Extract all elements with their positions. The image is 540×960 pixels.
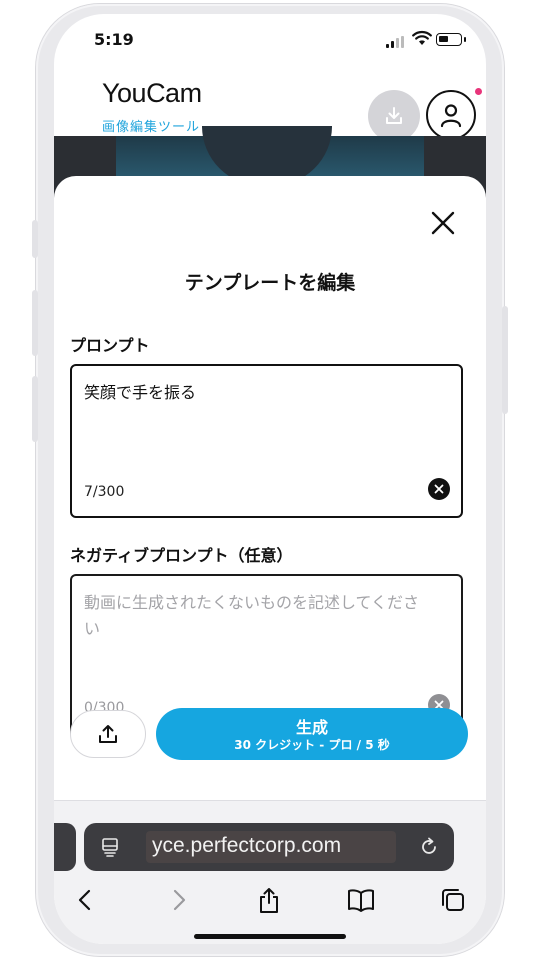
reload-icon[interactable] [418,836,440,858]
prompt-label: プロンプト [70,336,150,355]
profile-button[interactable] [426,90,476,140]
negative-prompt-label: ネガティブプロンプト（任意） [70,546,293,565]
notification-dot [475,88,482,95]
address-bar[interactable]: yce.perfectcorp.com [84,823,454,871]
signal-icon [386,36,404,48]
browser-nav-row [54,885,486,919]
close-icon[interactable] [428,208,458,238]
prompt-char-count: 7/300 [84,484,125,500]
generate-button[interactable]: 生成 30 クレジット - プロ / 5 秒 [156,708,468,760]
status-bar: 5:19 [54,14,486,66]
upload-button[interactable] [70,710,146,758]
generate-label: 生成 [295,718,328,737]
forward-icon[interactable] [164,885,194,915]
app-logo-subtitle: 画像編集ツール [102,120,201,135]
prompt-field[interactable]: 笑顔で手を振る 7/300 [70,364,463,518]
sheet-title: テンプレートを編集 [184,272,356,294]
download-button[interactable] [368,90,420,142]
clear-prompt-button[interactable] [428,478,450,500]
phone-side-button [32,220,38,258]
clear-icon [434,484,444,494]
user-icon [440,104,462,128]
battery-icon [436,33,466,46]
wifi-icon [412,30,432,45]
share-icon[interactable] [254,885,284,915]
previous-tab-peek[interactable] [54,823,76,871]
bookmarks-icon[interactable] [346,885,376,915]
tabs-icon[interactable] [438,885,468,915]
home-indicator[interactable] [194,934,346,939]
page-menu-icon[interactable] [100,837,120,857]
negative-prompt-placeholder[interactable]: 動画に生成されたくないものを記述してください [84,590,431,642]
phone-side-button [32,376,38,442]
back-icon[interactable] [70,885,100,915]
browser-toolbar: yce.perfectcorp.com [54,800,486,944]
address-text[interactable]: yce.perfectcorp.com [152,834,341,858]
prompt-text[interactable]: 笑顔で手を振る [84,380,431,406]
phone-screen: 5:19 YouCam 画像編集ツール テンプレートを編集 プロンプト 笑顔で手… [54,14,486,944]
phone-side-button [502,306,508,414]
download-icon [386,107,402,124]
app-logo[interactable]: YouCam [102,78,202,109]
upload-icon [99,725,117,743]
status-time: 5:19 [94,30,134,49]
generate-credit-info: 30 クレジット - プロ / 5 秒 [234,738,390,752]
phone-side-button [32,290,38,356]
